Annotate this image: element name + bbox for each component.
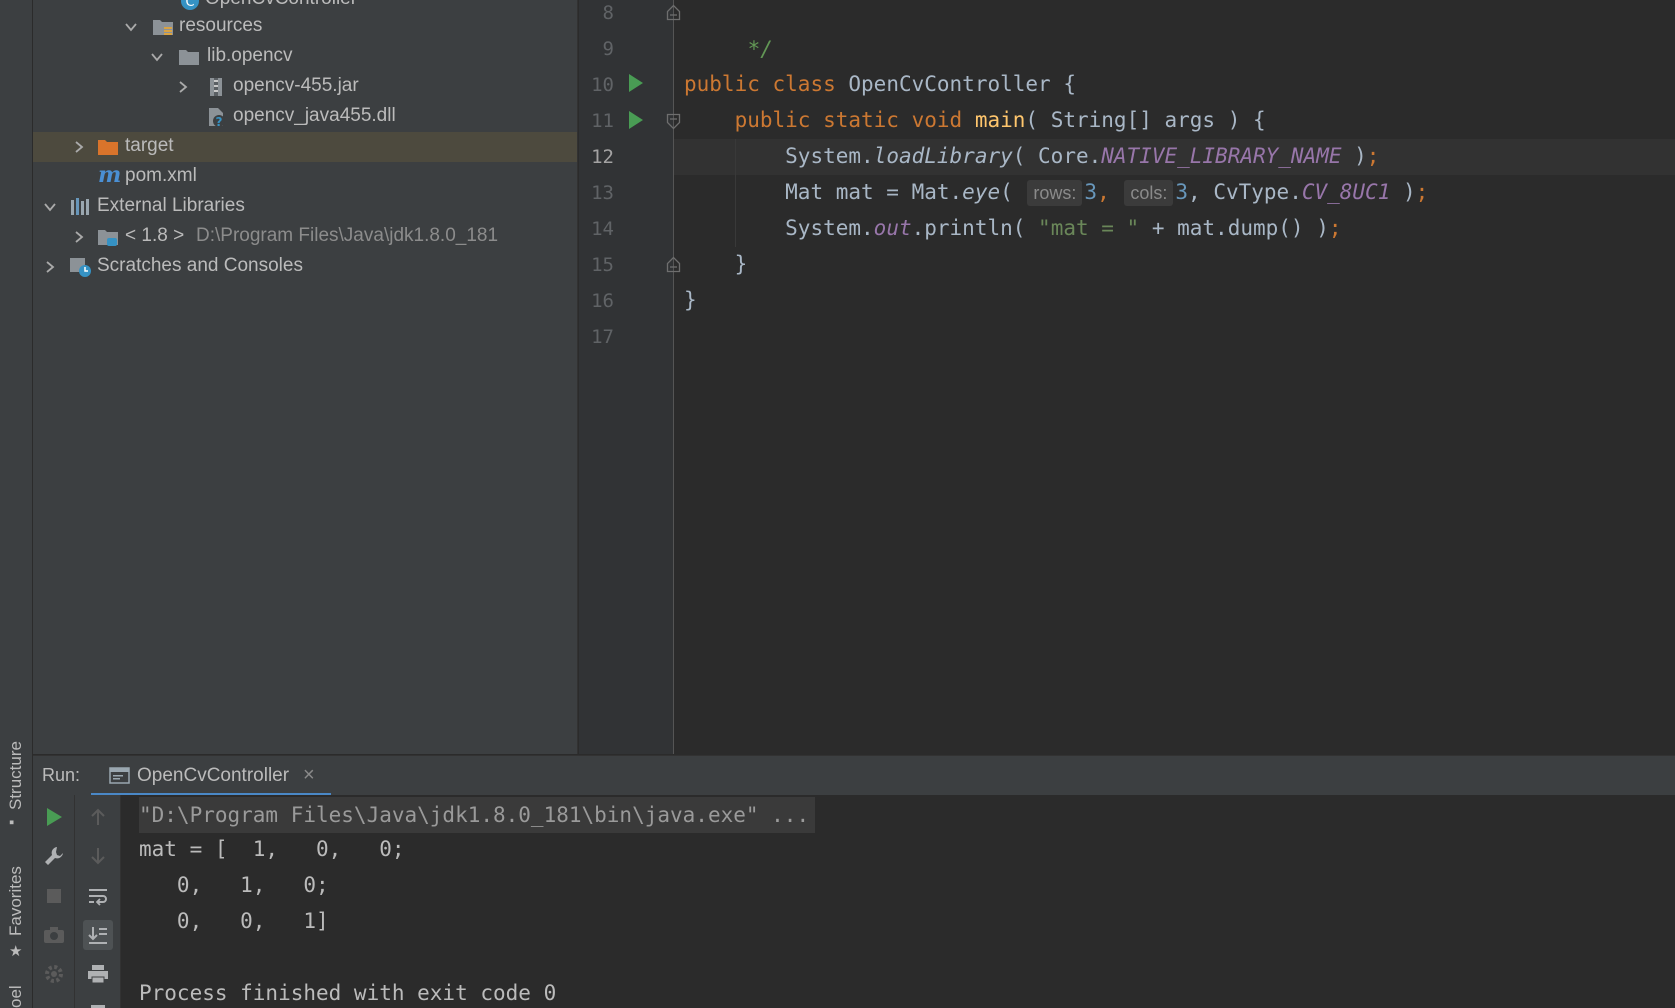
console-line: mat = [ 1, 0, 0; xyxy=(139,837,405,861)
tree-item-label: < 1.8 > xyxy=(125,225,185,246)
param-hint-rows: rows: xyxy=(1027,180,1083,206)
structure-icon: ▪ xyxy=(9,814,15,831)
line-number: 10 xyxy=(591,74,614,96)
close-tab-icon[interactable]: × xyxy=(303,764,315,787)
tree-item-pom-xml[interactable]: m pom.xml xyxy=(33,162,577,192)
java-class-icon: C xyxy=(179,0,201,12)
param-hint-cols: cols: xyxy=(1124,180,1174,206)
chevron-down-icon[interactable] xyxy=(150,50,164,64)
scratches-icon xyxy=(69,256,91,278)
structure-tab[interactable]: Structure xyxy=(6,741,26,810)
chevron-right-icon[interactable] xyxy=(72,140,86,154)
code-editor[interactable]: 8 9 10 11 12 13 14 15 16 17 */ public cl… xyxy=(579,0,1675,754)
line-number: 16 xyxy=(591,290,614,312)
code-line-12[interactable]: System.loadLibrary( Core.NATIVE_LIBRARY_… xyxy=(684,138,1379,174)
project-panel: C OpenCvController resources lib.opencv … xyxy=(33,0,578,754)
camera-icon[interactable] xyxy=(39,920,69,950)
run-class-icon[interactable] xyxy=(629,74,643,92)
scroll-to-end-icon[interactable] xyxy=(83,920,113,950)
code-line-14[interactable]: System.out.println( "mat = " + mat.dump(… xyxy=(684,210,1341,246)
console-line: 0, 0, 1] xyxy=(139,909,329,933)
console-tab-icon xyxy=(109,766,131,791)
chevron-right-icon[interactable] xyxy=(72,230,86,244)
tree-item-external-libraries[interactable]: External Libraries xyxy=(33,192,577,222)
run-tab-label: OpenCvController xyxy=(137,765,290,786)
resources-folder-icon xyxy=(152,16,174,38)
fold-start-icon[interactable] xyxy=(666,113,681,130)
run-label: Run: xyxy=(42,765,81,785)
console-exit-line: Process finished with exit code 0 xyxy=(139,981,557,1005)
folder-icon xyxy=(178,46,200,68)
tree-item-opencv-dll[interactable]: ? opencv_java455.dll xyxy=(33,102,577,132)
unknown-file-icon: ? xyxy=(205,106,227,129)
tree-item-resources[interactable]: resources xyxy=(33,12,577,42)
chevron-right-icon[interactable] xyxy=(43,260,57,274)
print-icon[interactable] xyxy=(83,959,113,989)
left-tool-strip: Structure ▪ Favorites ★ oel xyxy=(0,0,33,1008)
code-line-10[interactable]: public class OpenCvController { xyxy=(684,66,1076,102)
line-number: 8 xyxy=(602,2,614,24)
excluded-folder-icon xyxy=(97,136,119,158)
jar-icon xyxy=(205,76,227,98)
fold-end-icon[interactable] xyxy=(666,4,681,21)
console-command-line[interactable]: "D:\Program Files\Java\jdk1.8.0_181\bin\… xyxy=(139,797,816,833)
code-line-13[interactable]: Mat mat = Mat.eye( rows: 3, cols: 3, CvTyp… xyxy=(684,174,1428,210)
console-line: 0, 1, 0; xyxy=(139,873,329,897)
tree-item-label: Scratches and Consoles xyxy=(97,255,303,276)
chevron-down-icon[interactable] xyxy=(43,200,57,214)
favorites-tab[interactable]: Favorites xyxy=(6,866,26,936)
tree-item-opencv-jar[interactable]: opencv-455.jar xyxy=(33,72,577,102)
fold-end-icon[interactable] xyxy=(666,256,681,273)
code-line-15[interactable]: } xyxy=(684,246,748,282)
line-number: 14 xyxy=(591,218,614,240)
code-line-11[interactable]: public static void main( String[] args )… xyxy=(684,102,1266,138)
wrench-icon[interactable] xyxy=(39,841,69,871)
tree-item-lib-opencv[interactable]: lib.opencv xyxy=(33,42,577,72)
arrow-down-icon[interactable] xyxy=(83,841,113,871)
svg-text:C: C xyxy=(185,0,194,10)
tree-item-label: pom.xml xyxy=(125,165,197,186)
libraries-icon xyxy=(69,196,91,218)
svg-text:?: ? xyxy=(216,115,223,128)
code-line-16[interactable]: } xyxy=(684,282,697,318)
line-number: 13 xyxy=(591,182,614,204)
tree-item-label: target xyxy=(125,135,174,156)
console-output[interactable]: "D:\Program Files\Java\jdk1.8.0_181\bin\… xyxy=(121,795,1675,1008)
gear-icon[interactable] xyxy=(39,959,69,989)
line-number: 9 xyxy=(602,38,614,60)
chevron-right-icon[interactable] xyxy=(176,80,190,94)
tree-item-jdk[interactable]: < 1.8 > D:\Program Files\Java\jdk1.8.0_1… xyxy=(33,222,577,252)
bottom-tab[interactable]: oel xyxy=(6,985,26,1008)
run-toolbar-secondary xyxy=(75,795,121,1008)
arrow-up-icon[interactable] xyxy=(83,802,113,832)
soft-wrap-icon[interactable] xyxy=(83,881,113,911)
code-line-8[interactable]: */ xyxy=(697,0,773,61)
line-number: 11 xyxy=(591,110,614,132)
line-number-current: 12 xyxy=(591,146,614,168)
settings-icon[interactable] xyxy=(33,795,63,825)
tree-item-target[interactable]: target xyxy=(33,132,577,162)
stop-button[interactable] xyxy=(39,881,69,911)
run-main-icon[interactable] xyxy=(629,111,643,129)
star-icon: ★ xyxy=(9,943,23,960)
jdk-path: D:\Program Files\Java\jdk1.8.0_181 xyxy=(196,225,499,246)
svg-text:m: m xyxy=(98,164,121,186)
tree-item-label: opencv-455.jar xyxy=(233,75,359,96)
tab-opencvcontroller[interactable]: OpenCvController × xyxy=(91,756,331,796)
jdk-icon xyxy=(97,226,119,248)
line-number: 15 xyxy=(591,254,614,276)
run-toolbar-primary xyxy=(33,795,75,1008)
chevron-down-icon[interactable] xyxy=(124,20,138,34)
tree-item-label: resources xyxy=(179,15,263,36)
tree-item-scratches[interactable]: Scratches and Consoles xyxy=(33,252,577,282)
trash-icon[interactable] xyxy=(83,995,113,1008)
maven-icon: m xyxy=(97,162,121,188)
tree-item-label: opencv_java455.dll xyxy=(233,105,396,126)
tree-item-label: External Libraries xyxy=(97,195,245,216)
run-panel-header: Run: OpenCvController × xyxy=(33,755,1675,796)
line-number: 17 xyxy=(591,326,614,348)
tree-item-label: lib.opencv xyxy=(207,45,293,66)
tree-item-label: OpenCvController xyxy=(205,0,357,10)
